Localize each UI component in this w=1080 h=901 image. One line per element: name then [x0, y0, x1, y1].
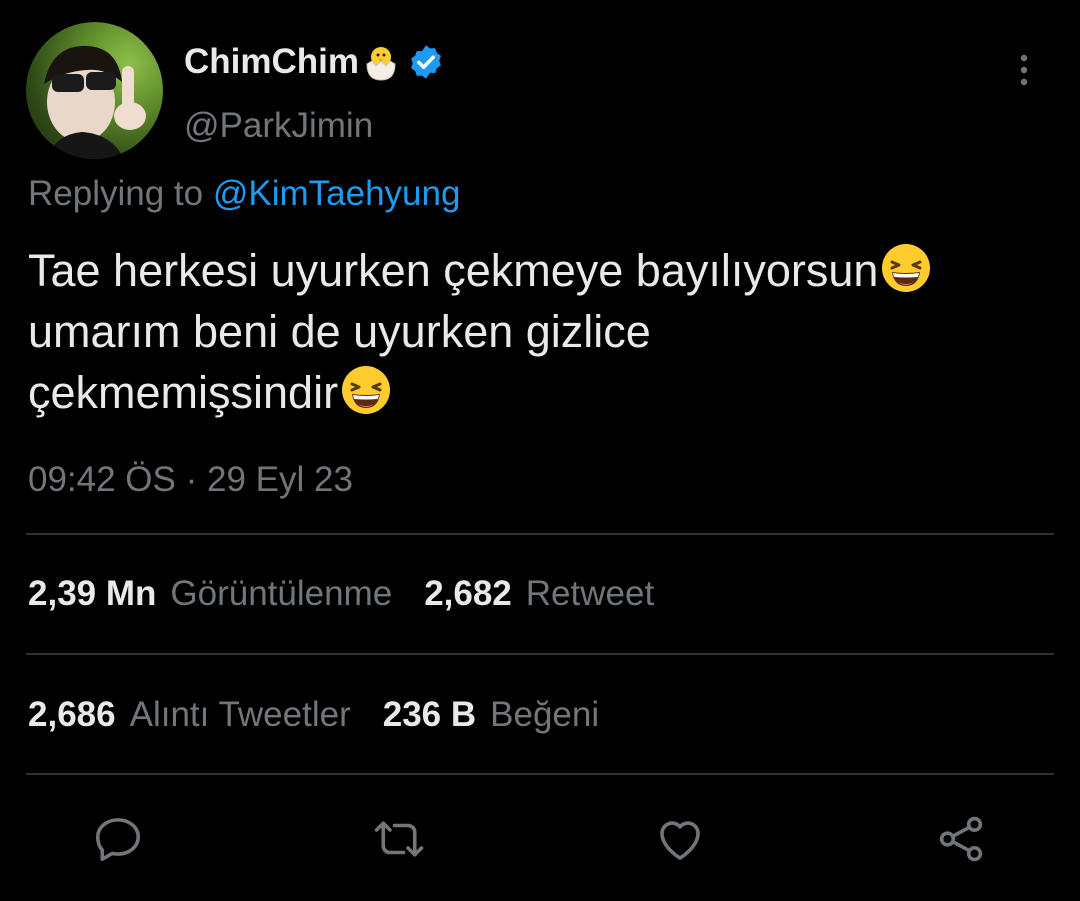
- reply-mention-link[interactable]: @KimTaehyung: [213, 174, 461, 213]
- views-label: Görüntülenme: [170, 574, 393, 613]
- stats-row-views-retweets: 2,39 Mn Görüntülenme 2,682 Retweet: [28, 572, 686, 616]
- tweet-text-line2: umarım beni de uyurken gizlice: [28, 306, 651, 357]
- tweet-timestamp[interactable]: 09:42 ÖS · 29 Eyl 23: [28, 458, 353, 502]
- verified-badge-icon: [407, 43, 445, 81]
- likes-label[interactable]: Beğeni: [490, 695, 599, 734]
- retweets-label[interactable]: Retweet: [526, 574, 654, 613]
- divider: [26, 653, 1054, 655]
- replying-to-label: Replying to: [28, 174, 204, 213]
- grinning-squinting-emoji: [340, 364, 392, 416]
- replying-to: Replying to @KimTaehyung: [28, 172, 460, 216]
- avatar[interactable]: [26, 22, 163, 159]
- divider: [26, 773, 1054, 775]
- quotes-label[interactable]: Alıntı Tweetler: [130, 695, 351, 734]
- tweet-line: çekmemişsindir: [28, 362, 1058, 423]
- tweet-text: Tae herkesi uyurken çekmeye bayılıyorsun…: [28, 240, 1058, 423]
- tweet-text-line1: Tae herkesi uyurken çekmeye bayılıyorsun: [28, 245, 879, 296]
- more-options-icon[interactable]: [1004, 50, 1044, 90]
- views-count: 2,39 Mn: [28, 574, 157, 613]
- likes-count[interactable]: 236 B: [383, 695, 476, 734]
- display-name[interactable]: ChimChim: [184, 40, 359, 84]
- tweet-text-line3: çekmemişsindir: [28, 367, 339, 418]
- author-handle[interactable]: @ParkJimin: [184, 104, 373, 148]
- avatar-photo: [44, 45, 146, 159]
- grinning-squinting-emoji: [880, 242, 932, 294]
- divider: [26, 533, 1054, 535]
- stats-row-quotes-likes: 2,686 Alıntı Tweetler 236 B Beğeni: [28, 693, 631, 737]
- author-name-row[interactable]: ChimChim: [184, 40, 445, 84]
- hatching-chick-emoji: [361, 42, 401, 82]
- quotes-count[interactable]: 2,686: [28, 695, 116, 734]
- tweet-line: umarım beni de uyurken gizlice: [28, 301, 1058, 362]
- reply-icon[interactable]: [91, 812, 145, 866]
- tweet-line: Tae herkesi uyurken çekmeye bayılıyorsun: [28, 240, 1058, 301]
- retweets-count[interactable]: 2,682: [424, 574, 512, 613]
- retweet-icon[interactable]: [372, 812, 426, 866]
- share-icon[interactable]: [934, 812, 988, 866]
- like-icon[interactable]: [653, 812, 707, 866]
